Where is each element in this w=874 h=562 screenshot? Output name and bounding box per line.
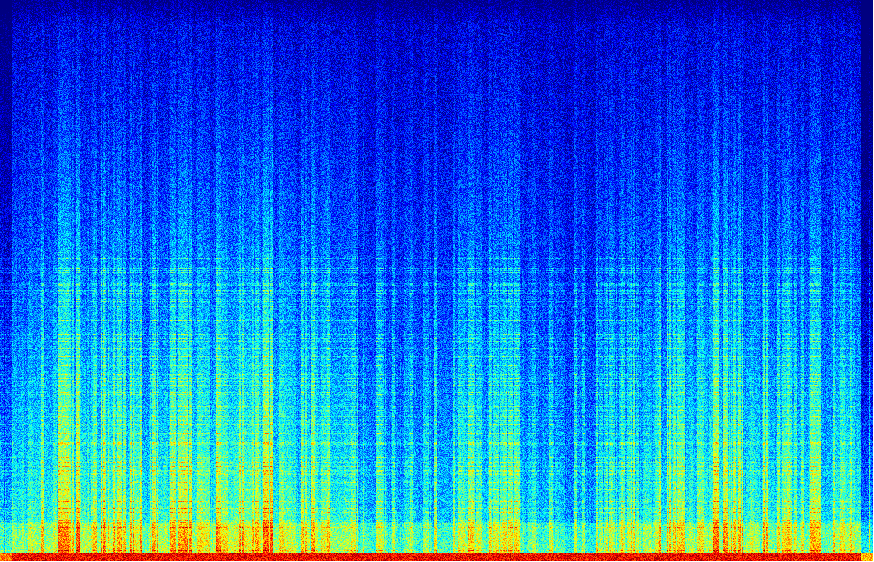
spectrogram-canvas — [0, 0, 874, 562]
spectrogram-image — [0, 0, 874, 562]
